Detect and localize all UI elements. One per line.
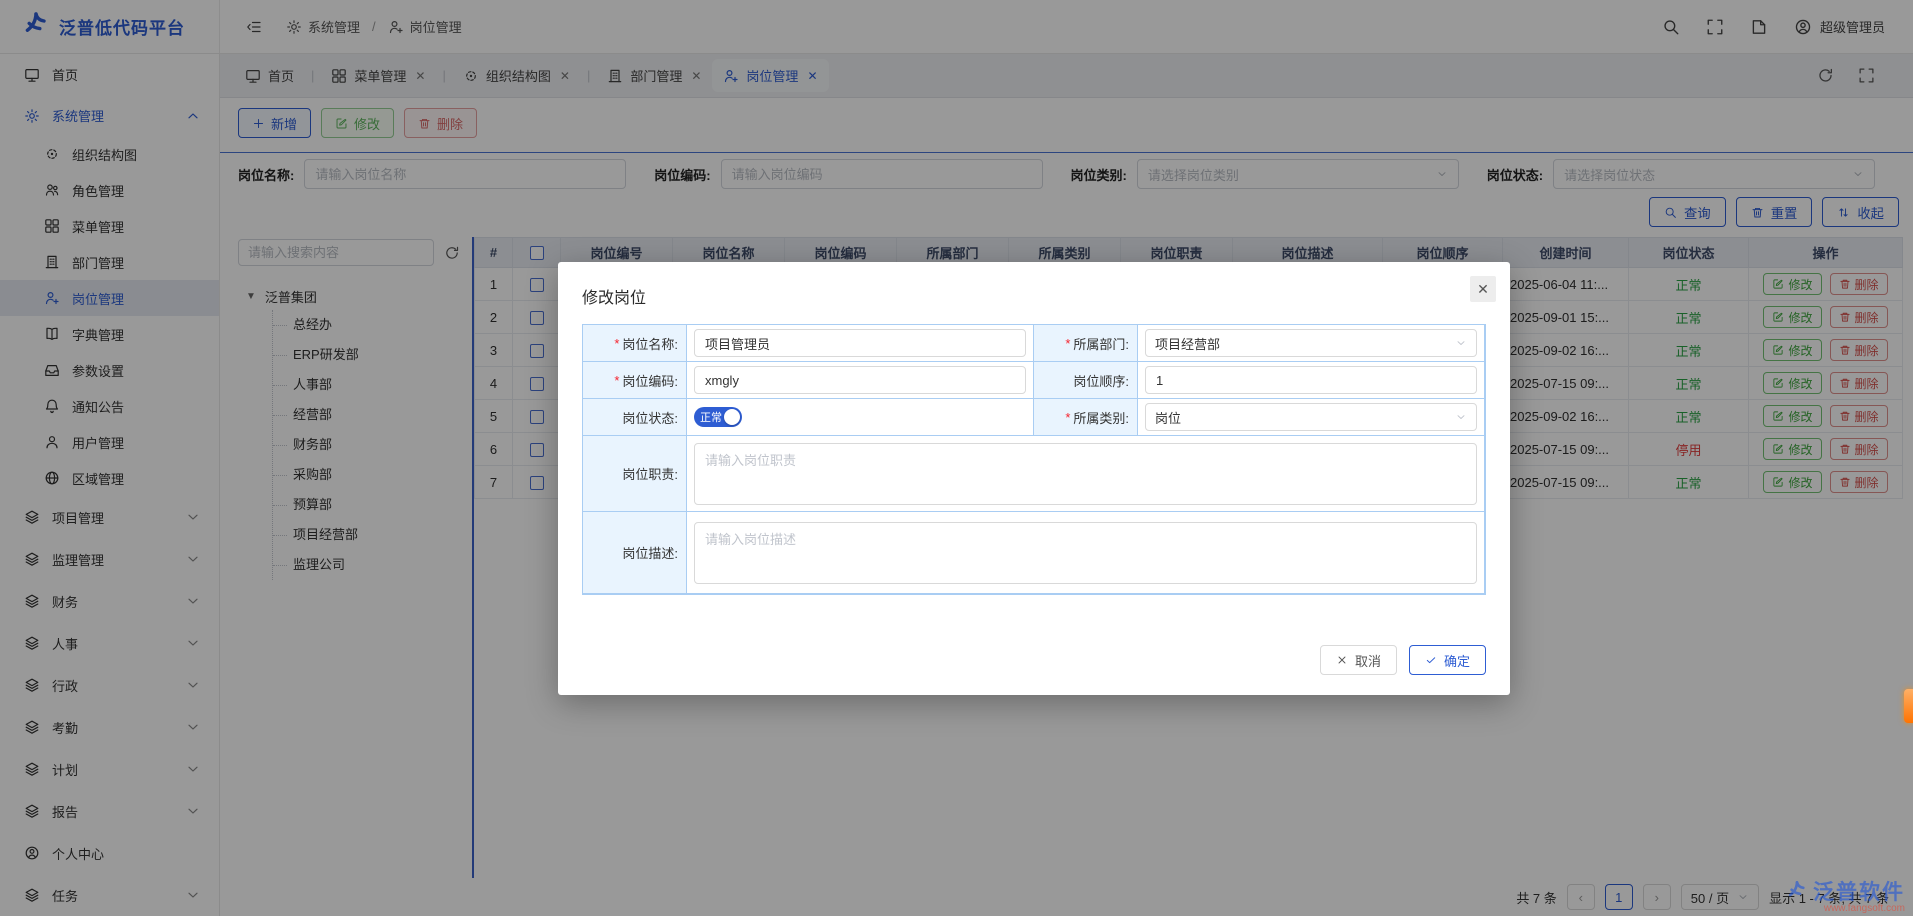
x-icon [1336, 654, 1348, 666]
position-order-input[interactable] [1145, 366, 1477, 394]
edit-position-modal: 修改岗位 ✕ *岗位名称: *所属部门:项目经营部 *岗位编码: 岗位顺序: 岗位状态:… [558, 262, 1510, 695]
position-order-field [1138, 362, 1485, 399]
position-desc-field [687, 512, 1485, 594]
position-status-label: 岗位状态: [583, 399, 687, 436]
category-field: 岗位 [1138, 399, 1485, 436]
position-code-input[interactable] [694, 366, 1026, 394]
position-name-input[interactable] [694, 329, 1026, 357]
position-duty-textarea[interactable] [694, 443, 1477, 505]
position-desc-label: 岗位描述: [583, 512, 687, 594]
modal-footer: 取消 确定 [1320, 645, 1486, 675]
side-helper-tab[interactable] [1904, 689, 1913, 723]
modal-title: 修改岗位 [582, 284, 646, 308]
department-field: 项目经营部 [1138, 325, 1485, 362]
chevron-down-icon [1455, 337, 1467, 349]
position-duty-field [687, 436, 1485, 512]
check-icon [1425, 654, 1437, 666]
position-duty-label: 岗位职责: [583, 436, 687, 512]
position-status-field: 正常 [687, 399, 1034, 436]
confirm-button[interactable]: 确定 [1409, 645, 1486, 675]
cancel-button[interactable]: 取消 [1320, 645, 1397, 675]
category-select[interactable]: 岗位 [1145, 403, 1477, 431]
position-status-toggle[interactable]: 正常 [694, 407, 742, 427]
modal-close-icon[interactable]: ✕ [1470, 276, 1496, 302]
modal-form: *岗位名称: *所属部门:项目经营部 *岗位编码: 岗位顺序: 岗位状态: 正常 *所属类别… [582, 324, 1486, 595]
position-name-label: *岗位名称: [583, 325, 687, 362]
position-code-label: *岗位编码: [583, 362, 687, 399]
department-label: *所属部门: [1034, 325, 1138, 362]
category-label: *所属类别: [1034, 399, 1138, 436]
position-order-label: 岗位顺序: [1034, 362, 1138, 399]
position-name-field [687, 325, 1034, 362]
position-desc-textarea[interactable] [694, 522, 1477, 584]
department-select[interactable]: 项目经营部 [1145, 329, 1477, 357]
position-code-field [687, 362, 1034, 399]
chevron-down-icon [1455, 411, 1467, 423]
toggle-knob [724, 409, 740, 425]
